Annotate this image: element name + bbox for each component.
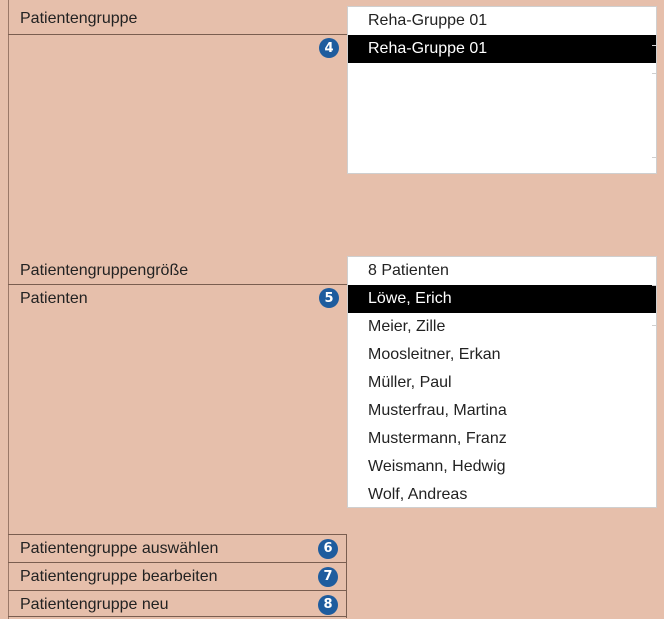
divider (8, 284, 347, 285)
patient-group-listbox[interactable]: Reha-Gruppe 01 Reha-Gruppe 01 (347, 6, 657, 174)
select-patient-group-label: Patientengruppe auswählen (20, 540, 219, 557)
patient-list-item[interactable]: Meier, Zille (348, 313, 656, 341)
edit-patient-group-label: Patientengruppe bearbeiten (20, 568, 218, 585)
edit-patient-group-button[interactable]: Patientengruppe bearbeiten 7 (8, 562, 347, 590)
patient-group-option[interactable]: Reha-Gruppe 01 (348, 35, 656, 63)
patients-label: Patienten (20, 290, 88, 307)
callout-badge-5: 5 (319, 288, 339, 308)
callout-badge-7: 7 (318, 567, 338, 587)
patient-list-item[interactable]: Weismann, Hedwig (348, 453, 656, 481)
patient-list-item[interactable]: Mustermann, Franz (348, 425, 656, 453)
divider (8, 616, 347, 617)
new-patient-group-button[interactable]: Patientengruppe neu 8 (8, 590, 347, 618)
group-size-label: Patientengruppengröße (20, 262, 189, 279)
patient-list-item[interactable]: Wolf, Andreas (348, 481, 656, 509)
patient-list-item[interactable]: Moosleitner, Erkan (348, 341, 656, 369)
new-patient-group-label: Patientengruppe neu (20, 596, 169, 613)
callout-badge-6: 6 (318, 539, 338, 559)
divider (8, 34, 347, 35)
patient-group-label: Patientengruppe (20, 10, 138, 27)
callout-badge-8: 8 (318, 595, 338, 615)
select-patient-group-button[interactable]: Patientengruppe auswählen 6 (8, 534, 347, 562)
patient-group-current-value: Reha-Gruppe 01 (368, 12, 488, 29)
patients-listbox[interactable]: 8 Patienten Löwe, Erich Meier, Zille Moo… (347, 256, 657, 508)
patient-list-item[interactable]: Müller, Paul (348, 369, 656, 397)
callout-badge-4: 4 (319, 38, 339, 58)
patient-list-item[interactable]: Musterfrau, Martina (348, 397, 656, 425)
group-size-value: 8 Patienten (368, 262, 449, 279)
patient-list-item[interactable]: Löwe, Erich (348, 285, 656, 313)
